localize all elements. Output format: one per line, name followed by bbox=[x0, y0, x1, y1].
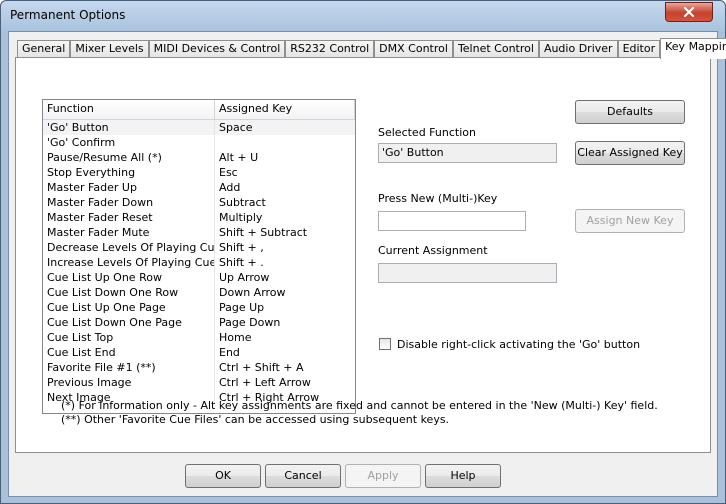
assigned-key-cell: Shift + Subtract bbox=[219, 226, 308, 239]
table-row[interactable]: Cue List Down One Row Down Arrow bbox=[43, 285, 355, 300]
table-row[interactable]: Stop Everything Esc bbox=[43, 165, 355, 180]
assigned-key-cell: Page Down bbox=[219, 316, 281, 329]
tab-general[interactable]: General bbox=[17, 40, 71, 58]
clear-assigned-key-button[interactable]: Clear Assigned Key bbox=[575, 141, 685, 165]
assigned-key-cell: Ctrl + Left Arrow bbox=[219, 376, 311, 389]
assigned-key-cell: Down Arrow bbox=[219, 286, 286, 299]
table-row[interactable]: 'Go' Confirm bbox=[43, 135, 355, 150]
function-cell: Cue List End bbox=[43, 345, 215, 360]
tab-telnet-control[interactable]: Telnet Control bbox=[452, 40, 539, 58]
options-window: Permanent Options General Mixer Levels M… bbox=[0, 0, 726, 504]
tab-midi-devices-control[interactable]: MIDI Devices & Control bbox=[148, 40, 286, 58]
window-title: Permanent Options bbox=[10, 8, 126, 22]
table-row[interactable]: Favorite File #1 (**) Ctrl + Shift + A bbox=[43, 360, 355, 375]
tab-mixer-levels[interactable]: Mixer Levels bbox=[70, 40, 149, 58]
assigned-key-column-header[interactable]: Assigned Key bbox=[215, 100, 355, 119]
table-row[interactable]: Cue List Up One Page Page Up bbox=[43, 300, 355, 315]
table-row[interactable]: Cue List End End bbox=[43, 345, 355, 360]
footnote-alt-keys: (*) For information only - Alt key assig… bbox=[61, 399, 658, 412]
tab-rs232-control[interactable]: RS232 Control bbox=[285, 40, 375, 58]
tab-editor[interactable]: Editor bbox=[617, 40, 661, 58]
assigned-key-cell: Multiply bbox=[219, 211, 263, 224]
function-cell: Cue List Down One Row bbox=[43, 285, 215, 300]
table-row[interactable]: Previous Image Ctrl + Left Arrow bbox=[43, 375, 355, 390]
assign-new-key-button[interactable]: Assign New Key bbox=[575, 209, 685, 233]
function-cell: Stop Everything bbox=[43, 165, 215, 180]
function-cell: Cue List Up One Row bbox=[43, 270, 215, 285]
cancel-button[interactable]: Cancel bbox=[265, 464, 341, 488]
table-row[interactable]: Pause/Resume All (*) Alt + U bbox=[43, 150, 355, 165]
tab-key-mapping[interactable]: Key Mapping bbox=[660, 38, 726, 59]
function-cell: Master Fader Mute bbox=[43, 225, 215, 240]
press-new-key-input[interactable] bbox=[378, 211, 526, 231]
table-body: 'Go' Button Space 'Go' Confirm Pause/Resume… bbox=[43, 120, 355, 405]
table-row[interactable]: Cue List Top Home bbox=[43, 330, 355, 345]
tab-strip: General Mixer Levels MIDI Devices & Cont… bbox=[17, 38, 726, 59]
function-cell: Master Fader Reset bbox=[43, 210, 215, 225]
defaults-button[interactable]: Defaults bbox=[575, 100, 685, 124]
current-assignment-label: Current Assignment bbox=[378, 244, 488, 257]
function-cell: Cue List Top bbox=[43, 330, 215, 345]
title-bar: Permanent Options bbox=[1, 1, 725, 31]
assigned-key-cell: Space bbox=[219, 121, 253, 134]
ok-button[interactable]: OK bbox=[185, 464, 261, 488]
table-row[interactable]: Increase Levels Of Playing Cues Shift + . bbox=[43, 255, 355, 270]
table-row[interactable]: 'Go' Button Space bbox=[43, 120, 355, 135]
function-cell: Pause/Resume All (*) bbox=[43, 150, 215, 165]
key-mapping-table[interactable]: Function Assigned Key 'Go' Button Space 'G… bbox=[42, 99, 356, 414]
selected-function-field: 'Go' Button bbox=[378, 143, 557, 163]
assigned-key-cell: Ctrl + Shift + A bbox=[219, 361, 304, 374]
help-button[interactable]: Help bbox=[425, 464, 501, 488]
footnote-favorite-files: (**) Other 'Favorite Cue Files' can be a… bbox=[61, 413, 450, 426]
apply-button[interactable]: Apply bbox=[345, 464, 421, 488]
assigned-key-cell: Shift + , bbox=[219, 241, 264, 254]
assigned-key-cell bbox=[215, 135, 355, 150]
table-row[interactable]: Master Fader Reset Multiply bbox=[43, 210, 355, 225]
function-cell: Favorite File #1 (**) bbox=[43, 360, 215, 375]
table-row[interactable]: Cue List Down One Page Page Down bbox=[43, 315, 355, 330]
disable-right-click-label[interactable]: Disable right-click activating the 'Go' … bbox=[397, 338, 640, 351]
assigned-key-cell: Subtract bbox=[219, 196, 266, 209]
press-new-key-label: Press New (Multi-)Key bbox=[378, 192, 498, 205]
tab-audio-driver[interactable]: Audio Driver bbox=[538, 40, 618, 58]
assigned-key-cell: Add bbox=[219, 181, 241, 194]
assigned-key-cell: Home bbox=[219, 331, 252, 344]
assigned-key-cell: Esc bbox=[219, 166, 238, 179]
table-row[interactable]: Master Fader Up Add bbox=[43, 180, 355, 195]
function-cell: Master Fader Up bbox=[43, 180, 215, 195]
assigned-key-cell: Shift + . bbox=[219, 256, 264, 269]
close-button[interactable] bbox=[665, 2, 713, 22]
table-row[interactable]: Master Fader Down Subtract bbox=[43, 195, 355, 210]
dialog-client-area: General Mixer Levels MIDI Devices & Cont… bbox=[8, 31, 726, 497]
function-cell: Cue List Down One Page bbox=[43, 315, 215, 330]
selected-function-label: Selected Function bbox=[378, 126, 476, 139]
key-mapping-panel: Function Assigned Key 'Go' Button Space 'G… bbox=[15, 57, 711, 453]
table-row[interactable]: Master Fader Mute Shift + Subtract bbox=[43, 225, 355, 240]
table-row[interactable]: Cue List Up One Row Up Arrow bbox=[43, 270, 355, 285]
function-cell: Cue List Up One Page bbox=[43, 300, 215, 315]
table-header: Function Assigned Key bbox=[43, 100, 355, 120]
function-cell: Previous Image bbox=[43, 375, 215, 390]
function-cell: Decrease Levels Of Playing Cues bbox=[43, 240, 215, 255]
function-cell: Increase Levels Of Playing Cues bbox=[43, 255, 215, 270]
assigned-key-cell: End bbox=[219, 346, 240, 359]
function-cell: 'Go' Button bbox=[43, 120, 215, 135]
function-cell: Master Fader Down bbox=[43, 195, 215, 210]
table-row[interactable]: Decrease Levels Of Playing Cues Shift + , bbox=[43, 240, 355, 255]
function-cell: 'Go' Confirm bbox=[43, 135, 215, 150]
disable-right-click-checkbox[interactable] bbox=[379, 338, 391, 350]
assigned-key-cell: Page Up bbox=[219, 301, 265, 314]
function-column-header[interactable]: Function bbox=[43, 100, 215, 119]
assigned-key-cell: Alt + U bbox=[219, 151, 259, 164]
close-icon bbox=[683, 6, 695, 18]
assigned-key-cell: Up Arrow bbox=[219, 271, 270, 284]
tab-dmx-control[interactable]: DMX Control bbox=[374, 40, 453, 58]
current-assignment-field bbox=[378, 263, 557, 283]
